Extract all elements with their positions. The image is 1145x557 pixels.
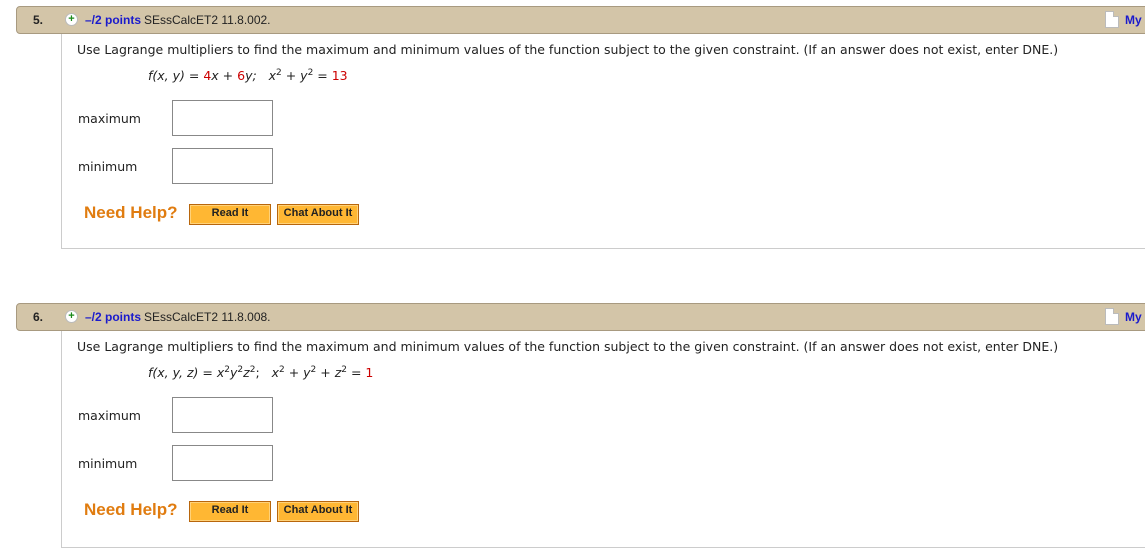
question-5-body: Use Lagrange multipliers to find the max… [61, 34, 1145, 249]
function-lhs: f(x, y, z) [148, 365, 199, 380]
function-lhs: f(x, y) [148, 68, 185, 83]
need-help-label: Need Help? [84, 500, 178, 519]
equals: = [198, 365, 217, 380]
plus-circle-icon[interactable]: + [65, 310, 78, 323]
maximum-label: maximum [78, 408, 141, 423]
chat-about-it-button[interactable]: Chat About It [277, 501, 359, 522]
maximum-input[interactable] [172, 100, 273, 136]
document-icon[interactable] [1105, 308, 1119, 325]
constraint-term: x [268, 68, 276, 83]
term: x + [211, 68, 238, 83]
my-notes-link[interactable]: My [1125, 310, 1142, 324]
equals: = [184, 68, 204, 83]
read-it-button[interactable]: Read It [189, 501, 271, 522]
constraint-value: 13 [331, 68, 348, 83]
question-formula: f(x, y, z) = x2y2z2; x2 + y2 + z2 = 1 [148, 365, 373, 380]
coefficient: 6 [237, 68, 246, 83]
minimum-input[interactable] [172, 148, 273, 184]
document-icon[interactable] [1105, 11, 1119, 28]
minimum-input[interactable] [172, 445, 273, 481]
chat-about-it-button[interactable]: Chat About It [277, 204, 359, 225]
equals: = [347, 365, 366, 380]
constraint-value: 1 [365, 365, 374, 380]
question-5-header: 5. + –/2 points SEssCalcET2 11.8.002. My [16, 6, 1145, 34]
question-number: 6. [33, 310, 44, 324]
maximum-input[interactable] [172, 397, 273, 433]
read-it-button[interactable]: Read It [189, 204, 271, 225]
separator: ; [255, 365, 260, 380]
need-help-label: Need Help? [84, 203, 178, 222]
minimum-label: minimum [78, 456, 138, 471]
maximum-label: maximum [78, 111, 141, 126]
question-number: 5. [33, 13, 44, 27]
constraint-term: x [271, 365, 279, 380]
question-6-header: 6. + –/2 points SEssCalcET2 11.8.008. My [16, 303, 1145, 331]
minimum-label: minimum [78, 159, 138, 174]
question-prompt: Use Lagrange multipliers to find the max… [77, 42, 1059, 57]
term: y; [245, 68, 257, 83]
plus-circle-icon[interactable]: + [65, 13, 78, 26]
question-prompt: Use Lagrange multipliers to find the max… [77, 339, 1059, 354]
constraint-term: + z [316, 365, 342, 380]
question-formula: f(x, y) = 4x + 6y; x2 + y2 = 13 [148, 68, 348, 83]
question-source: SEssCalcET2 11.8.002. [144, 13, 271, 27]
equals: = [313, 68, 332, 83]
constraint-term: + y [284, 365, 311, 380]
points-link[interactable]: –/2 points [85, 13, 141, 27]
my-notes-link[interactable]: My [1125, 13, 1142, 27]
constraint-term: + y [281, 68, 308, 83]
points-link[interactable]: –/2 points [85, 310, 141, 324]
question-source: SEssCalcET2 11.8.008. [144, 310, 271, 324]
question-6-body: Use Lagrange multipliers to find the max… [61, 331, 1145, 548]
